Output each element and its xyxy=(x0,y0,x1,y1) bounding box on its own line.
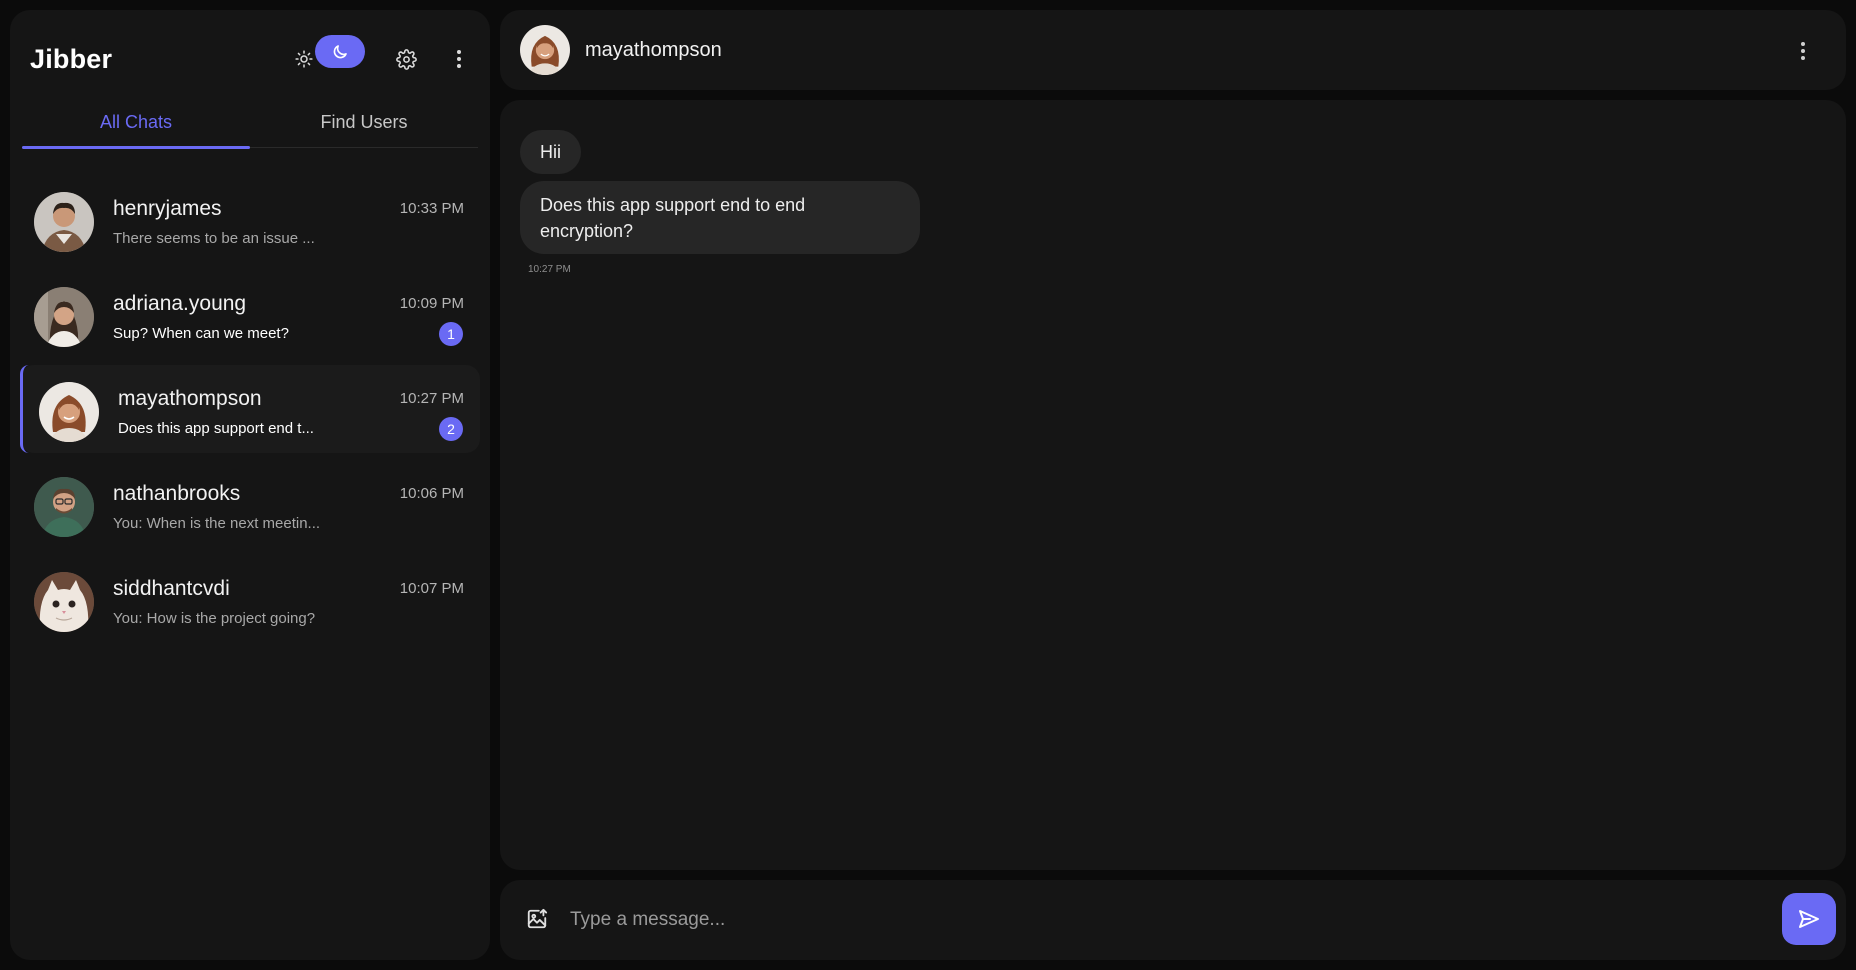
message-area[interactable]: Hii Does this app support end to end enc… xyxy=(500,100,1846,870)
chat-preview: Does this app support end t... xyxy=(118,420,314,437)
chat-item-siddhantcvdi[interactable]: siddhantcvdi You: How is the project goi… xyxy=(20,555,480,643)
chat-item-henryjames[interactable]: henryjames There seems to be an issue ..… xyxy=(20,175,480,263)
chat-time: 10:27 PM xyxy=(399,390,464,407)
chat-list: henryjames There seems to be an issue ..… xyxy=(20,175,480,650)
chat-name: adriana.young xyxy=(113,292,247,315)
kebab-menu-icon xyxy=(1801,42,1805,60)
sidebar-header: Jibber xyxy=(10,10,490,90)
sun-icon xyxy=(295,50,313,68)
chat-name: mayathompson xyxy=(118,387,262,410)
avatar xyxy=(34,477,94,537)
conversation-menu-button[interactable] xyxy=(1788,34,1818,68)
sidebar: Jibber All Chats Find Users henryjames T… xyxy=(10,10,490,960)
message-timestamp: 10:27 PM xyxy=(528,264,571,275)
chat-tabs: All Chats Find Users xyxy=(22,98,478,149)
send-button[interactable] xyxy=(1782,893,1836,945)
moon-icon xyxy=(333,44,347,58)
message-input[interactable] xyxy=(570,898,1720,942)
chat-name: nathanbrooks xyxy=(113,482,241,505)
chat-item-adriana-young[interactable]: adriana.young Sup? When can we meet? 10:… xyxy=(20,270,480,358)
app-logo: Jibber xyxy=(30,44,113,74)
chat-time: 10:33 PM xyxy=(399,200,464,217)
chat-time: 10:09 PM xyxy=(399,295,464,312)
chat-name: siddhantcvdi xyxy=(113,577,230,600)
chat-preview: You: When is the next meetin... xyxy=(113,515,321,532)
chat-preview: You: How is the project going? xyxy=(113,610,316,627)
chat-time: 10:06 PM xyxy=(399,485,464,502)
image-upload-icon xyxy=(527,908,548,929)
conversation-header: mayathompson xyxy=(500,10,1846,90)
unread-badge: 1 xyxy=(439,322,463,346)
unread-badge: 2 xyxy=(439,417,463,441)
tab-all-chats[interactable]: All Chats xyxy=(22,98,250,149)
chat-time: 10:07 PM xyxy=(399,580,464,597)
kebab-menu-icon xyxy=(457,50,461,68)
attach-image-button[interactable] xyxy=(522,904,552,934)
sidebar-menu-button[interactable] xyxy=(441,41,477,77)
chat-item-nathanbrooks[interactable]: nathanbrooks You: When is the next meeti… xyxy=(20,460,480,548)
avatar xyxy=(34,192,94,252)
gear-icon xyxy=(395,48,417,70)
message-composer xyxy=(500,880,1846,960)
avatar xyxy=(39,382,99,442)
avatar xyxy=(34,572,94,632)
tab-find-users[interactable]: Find Users xyxy=(250,98,478,147)
chat-item-mayathompson[interactable]: mayathompson Does this app support end t… xyxy=(20,365,480,453)
send-icon xyxy=(1799,910,1819,928)
chat-name: henryjames xyxy=(113,197,222,220)
avatar xyxy=(34,287,94,347)
settings-button[interactable] xyxy=(388,41,424,77)
contact-avatar[interactable] xyxy=(520,25,570,75)
dark-mode-button[interactable] xyxy=(315,35,365,68)
message-bubble: Hii xyxy=(520,130,581,174)
contact-name: mayathompson xyxy=(585,39,722,61)
chat-preview: Sup? When can we meet? xyxy=(113,325,289,342)
chat-preview: There seems to be an issue ... xyxy=(113,230,315,247)
message-bubble: Does this app support end to end encrypt… xyxy=(520,181,920,254)
